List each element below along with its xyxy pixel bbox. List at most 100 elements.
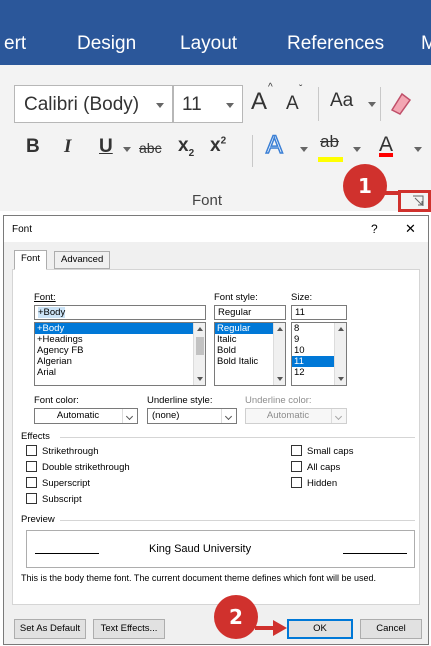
highlight-color-bar: [318, 157, 343, 162]
scroll-down-icon: [338, 377, 344, 381]
chevron-down-icon: [353, 147, 361, 152]
ok-button[interactable]: OK: [287, 619, 353, 639]
preview-separator: [60, 520, 415, 521]
size-list[interactable]: 8 9 10 11 12: [291, 322, 347, 386]
underline-style-value: (none): [152, 410, 180, 421]
superscript-label: Superscript: [42, 478, 91, 489]
font-color-combo[interactable]: Automatic: [34, 408, 138, 424]
dialog-title-bar: Font ? ✕: [4, 216, 428, 242]
underline-color-label: Underline color:: [245, 395, 312, 406]
chevron-down-icon: [331, 409, 346, 423]
shrink-font-icon[interactable]: A: [286, 93, 299, 115]
effects-separator: [60, 437, 415, 438]
chevron-down-icon: [226, 103, 234, 108]
superscript-checkbox[interactable]: [26, 477, 37, 488]
font-style-input[interactable]: Regular: [214, 305, 286, 320]
tab-font[interactable]: Font: [14, 250, 48, 270]
preview-label: Preview: [21, 514, 55, 525]
underline-icon[interactable]: U: [99, 136, 113, 158]
superscript-x: x: [210, 135, 221, 156]
size-input[interactable]: 11: [291, 305, 347, 320]
small-caps-checkbox[interactable]: [291, 445, 302, 456]
superscript-icon[interactable]: x2: [210, 135, 226, 157]
font-list-item[interactable]: Algerian: [35, 356, 205, 367]
chevron-down-icon: [123, 147, 131, 152]
text-effects-icon[interactable]: A: [265, 130, 283, 160]
help-icon[interactable]: ?: [371, 222, 378, 236]
tab-advanced[interactable]: Advanced: [54, 251, 111, 269]
tab-font-label: Font: [21, 253, 41, 264]
font-size-value: 11: [182, 94, 202, 115]
preview-text: King Saud University: [149, 543, 252, 555]
set-as-default-button[interactable]: Set As Default: [14, 619, 86, 639]
scroll-thumb[interactable]: [196, 337, 204, 355]
superscript-digit: 2: [220, 135, 227, 147]
underline-style-label: Underline style:: [147, 395, 213, 406]
subscript-label: Subscript: [42, 494, 82, 505]
subscript-x: x: [178, 135, 189, 156]
font-style-list[interactable]: Regular Italic Bold Bold Italic: [214, 322, 286, 386]
italic-icon[interactable]: I: [64, 136, 71, 158]
tab-insert[interactable]: ert: [4, 33, 26, 55]
font-color-icon[interactable]: A: [379, 133, 393, 157]
tab-layout[interactable]: Layout: [180, 33, 237, 55]
font-size-combo[interactable]: 11: [173, 85, 243, 123]
subscript-icon[interactable]: x2: [178, 135, 194, 159]
strikethrough-label: Strikethrough: [42, 446, 99, 457]
preview-line-left: [35, 553, 99, 554]
caret-up-icon: ^: [268, 82, 273, 93]
scroll-down-icon: [277, 377, 283, 381]
strikethrough-checkbox[interactable]: [26, 445, 37, 456]
caret-down-icon: ˇ: [299, 84, 303, 95]
font-color-label: Font color:: [34, 395, 79, 406]
effects-label: Effects: [21, 431, 50, 442]
underline-color-combo: Automatic: [245, 408, 347, 424]
font-style-scrollbar[interactable]: [273, 323, 285, 385]
tab-mailings[interactable]: M: [421, 33, 431, 55]
font-name-input[interactable]: +Body: [34, 305, 206, 320]
font-list-item[interactable]: +Headings: [35, 334, 205, 345]
underline-style-combo[interactable]: (none): [147, 408, 237, 424]
size-label: Size:: [291, 292, 313, 303]
font-style-label: Font style:: [214, 292, 258, 303]
subscript-checkbox[interactable]: [26, 493, 37, 504]
size-list-scrollbar[interactable]: [334, 323, 346, 385]
change-case-icon[interactable]: Aa: [330, 90, 353, 112]
clear-formatting-icon[interactable]: [388, 90, 414, 116]
font-name-combo[interactable]: Calibri (Body): [14, 85, 173, 123]
size-input-value: 11: [295, 307, 305, 318]
hidden-label: Hidden: [307, 478, 338, 489]
grow-font-icon[interactable]: A: [251, 88, 267, 116]
dialog-launcher-icon[interactable]: [412, 195, 426, 207]
all-caps-checkbox[interactable]: [291, 461, 302, 472]
strikethrough-icon[interactable]: abc: [139, 140, 162, 156]
font-list-item[interactable]: Agency FB: [35, 345, 205, 356]
preview-line-right: [343, 553, 407, 554]
chevron-down-icon: [300, 147, 308, 152]
font-list-scrollbar[interactable]: [193, 323, 205, 385]
scroll-up-icon: [338, 327, 344, 331]
small-caps-label: Small caps: [307, 446, 354, 457]
chevron-down-icon: [414, 147, 422, 152]
preview-box: King Saud University: [26, 530, 415, 568]
preview-note: This is the body theme font. The current…: [21, 573, 377, 583]
text-effects-button[interactable]: Text Effects...: [93, 619, 165, 639]
callout-badge-2: 2: [214, 595, 258, 639]
chevron-down-icon: [221, 409, 236, 423]
highlight-icon[interactable]: ab: [320, 132, 339, 152]
font-list-item[interactable]: +Body: [35, 323, 205, 334]
callout-badge-1: 1: [343, 164, 387, 208]
close-icon[interactable]: ✕: [405, 221, 416, 237]
double-strikethrough-checkbox[interactable]: [26, 461, 37, 472]
font-list[interactable]: +Body +Headings Agency FB Algerian Arial: [34, 322, 206, 386]
bold-icon[interactable]: B: [26, 136, 40, 158]
font-label: Font:: [34, 292, 56, 303]
tab-references[interactable]: References: [287, 33, 384, 55]
hidden-checkbox[interactable]: [291, 477, 302, 488]
font-group-label: Font: [192, 192, 223, 209]
font-list-item[interactable]: Arial: [35, 367, 205, 378]
tab-design[interactable]: Design: [77, 33, 136, 55]
ribbon-divider: [380, 87, 381, 121]
ribbon-tab-bar: ert Design Layout References M: [0, 0, 431, 65]
cancel-button[interactable]: Cancel: [360, 619, 422, 639]
